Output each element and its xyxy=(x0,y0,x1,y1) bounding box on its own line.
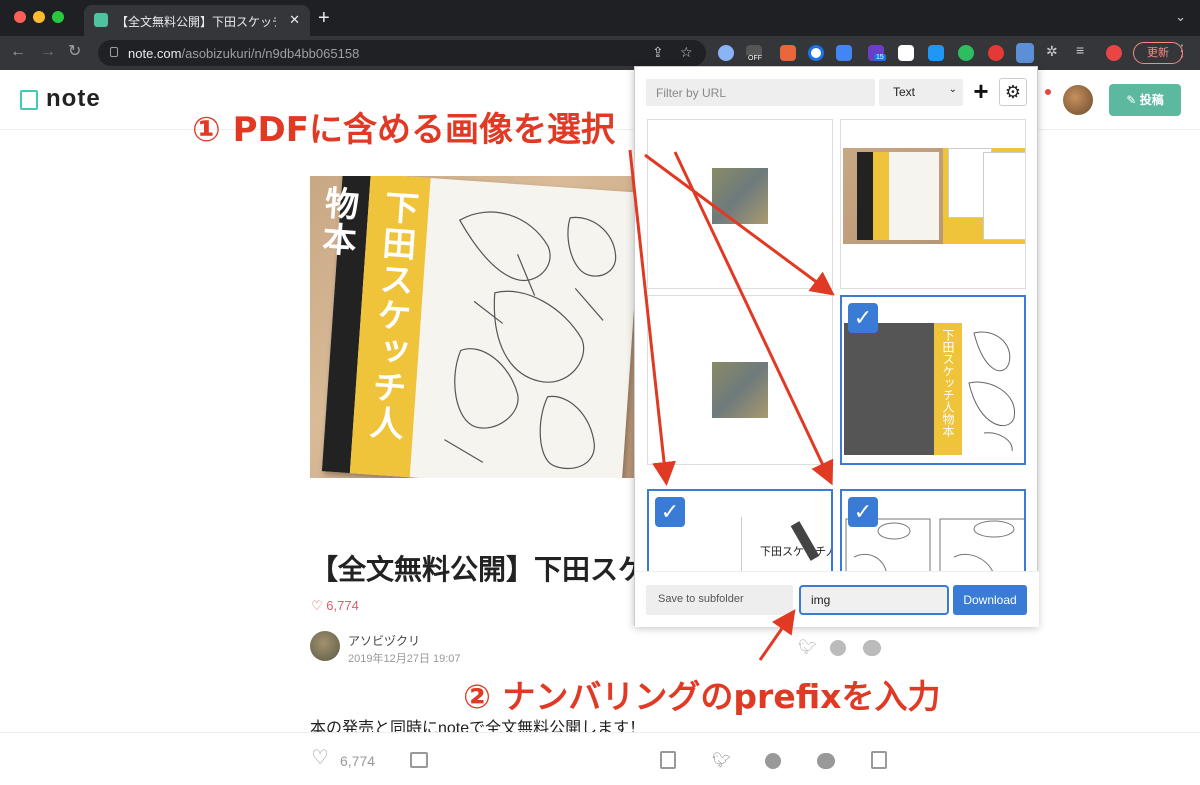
sketch-thumbnail xyxy=(968,331,1015,452)
browser-toolbar: ← → ↻ note.com/asobizukuri/n/n9db4bb0651… xyxy=(0,36,1200,70)
maximize-window-button[interactable] xyxy=(52,11,64,23)
profile-pin-icon[interactable] xyxy=(1106,45,1122,61)
browser-tab-bar: 【全文無料公開】下田スケッチ人物 ✕ + ⌄ xyxy=(0,0,1200,36)
cover-dark-panel xyxy=(844,323,936,455)
image-cell[interactable] xyxy=(647,119,833,289)
minimize-window-button[interactable] xyxy=(33,11,45,23)
copy-link-icon[interactable] xyxy=(660,751,676,769)
twitter-bottom-icon[interactable]: 🐦︎ xyxy=(712,751,731,769)
close-window-button[interactable] xyxy=(14,11,26,23)
magazine-add-icon[interactable] xyxy=(410,752,428,768)
tab-title: 【全文無料公開】下田スケッチ人物 xyxy=(116,15,276,29)
article-body: 本の発売と同時にnoteで全文無料公開します！ xyxy=(310,720,646,732)
image-downloader-popup: Text ⌄ + ⚙ ✓ 下田スケッチ人物本 xyxy=(634,66,1039,627)
hero-image: 下田スケッチ人物本 xyxy=(310,176,635,478)
facebook-share-icon[interactable] xyxy=(830,640,846,656)
image-cell[interactable] xyxy=(840,119,1026,289)
url-text: note.com/asobizukuri/n/n9db4bb065158 xyxy=(128,46,360,61)
add-filter-button[interactable]: + xyxy=(968,78,994,106)
like-count[interactable]: ♡ 6,774 xyxy=(311,598,359,614)
image-cell-selected[interactable]: ✓ 下田スケッチ人物本 xyxy=(840,295,1026,465)
checkmark-icon[interactable]: ✓ xyxy=(848,303,878,333)
extensions-puzzle-icon[interactable]: ✲ xyxy=(1046,43,1062,59)
translate-icon[interactable] xyxy=(836,45,852,61)
extension-bp-icon[interactable] xyxy=(928,45,944,61)
publish-date: 2019年12月27日 19:07 xyxy=(348,653,461,665)
active-tab[interactable]: 【全文無料公開】下田スケッチ人物 ✕ xyxy=(84,5,310,36)
book-title-band: 下田スケッチ人物本 xyxy=(316,176,431,478)
bottom-like-count: 6,774 xyxy=(340,753,376,769)
popup-footer: Save to subfolder img Download xyxy=(635,571,1039,627)
reload-icon[interactable]: ↻ xyxy=(68,43,81,61)
media-queue-icon[interactable]: ≡ xyxy=(1076,42,1092,58)
user-avatar[interactable] xyxy=(1063,85,1093,115)
like-heart-icon[interactable]: ♡ xyxy=(311,745,329,770)
chevron-down-icon: ⌄ xyxy=(948,84,957,95)
embed-add-icon[interactable] xyxy=(871,751,887,769)
filter-mode-select[interactable]: Text ⌄ xyxy=(879,79,963,106)
extension-15-icon[interactable]: 15 xyxy=(868,45,886,61)
sketch-illustration xyxy=(444,211,617,470)
author-name[interactable]: アソビヅクリ xyxy=(348,632,420,649)
forward-arrow-icon[interactable]: → xyxy=(40,43,56,61)
avatar-thumbnail xyxy=(712,168,768,224)
save-to-subfolder-field[interactable]: Save to subfolder xyxy=(646,585,793,615)
note-logo-icon[interactable] xyxy=(20,90,38,110)
line-share-icon[interactable] xyxy=(863,640,881,656)
image-downloader-icon[interactable] xyxy=(1016,43,1034,63)
extension-off-icon[interactable]: OFF xyxy=(746,45,764,62)
facebook-bottom-icon[interactable] xyxy=(765,753,781,769)
note-logo-text[interactable]: note xyxy=(46,85,101,113)
share-icon[interactable]: ⇪ xyxy=(652,44,664,61)
evernote-icon[interactable] xyxy=(958,45,974,61)
image-cell-selected[interactable]: ✓ 下田スケッチ人物本 xyxy=(647,489,833,571)
more-menu-icon[interactable]: ⋮ xyxy=(1174,44,1190,60)
window-extension-icon[interactable] xyxy=(898,45,914,61)
annotation-step1: ① PDFに含める画像を選択 xyxy=(192,110,615,150)
book-spread-thumbnail xyxy=(843,148,1025,244)
line-bottom-icon[interactable] xyxy=(817,753,835,769)
image-cell[interactable] xyxy=(647,295,833,465)
checkmark-icon[interactable]: ✓ xyxy=(848,497,878,527)
article-title: 【全文無料公開】下田スケッチ人物本 xyxy=(310,554,640,585)
image-cell-selected[interactable]: ✓ xyxy=(840,489,1026,571)
cover-band-thumbnail: 下田スケッチ人物本 xyxy=(934,323,962,455)
annotation-step2: ② ナンバリングのprefixを入力 xyxy=(463,677,941,716)
bookmark-star-icon[interactable]: ☆ xyxy=(680,44,693,61)
download-button[interactable]: Download xyxy=(953,585,1027,615)
extension-1-icon[interactable] xyxy=(718,45,734,61)
tab-close-icon[interactable]: ✕ xyxy=(289,12,300,28)
password-manager-icon[interactable] xyxy=(808,45,824,61)
url-filter-input[interactable] xyxy=(646,79,875,106)
filter-mode-value: Text xyxy=(893,85,916,99)
image-grid: ✓ 下田スケッチ人物本 ✓ 下田スケッチ人物本 ✓ xyxy=(635,119,1039,571)
book-page-thumbnail: 下田スケッチ人物本 xyxy=(741,517,831,571)
extension-3-icon[interactable] xyxy=(780,45,796,61)
back-arrow-icon[interactable]: ← xyxy=(10,43,26,61)
avatar-thumbnail xyxy=(712,362,768,418)
bottom-action-bar: ♡ 6,774 🐦︎ xyxy=(0,732,1200,785)
checkmark-icon[interactable]: ✓ xyxy=(655,497,685,527)
stop-hand-icon[interactable] xyxy=(988,45,1004,61)
notification-dot-icon[interactable] xyxy=(1045,89,1051,95)
post-button[interactable]: ✎ 投稿 xyxy=(1109,84,1181,116)
author-avatar[interactable] xyxy=(310,631,340,661)
book-cover: 下田スケッチ人物本 xyxy=(316,176,635,478)
new-tab-button[interactable]: + xyxy=(318,8,330,28)
gear-icon[interactable]: ⚙ xyxy=(999,78,1027,106)
lock-icon xyxy=(110,47,118,57)
address-bar[interactable]: note.com/asobizukuri/n/n9db4bb065158 ⇪ ☆ xyxy=(98,40,706,66)
tab-search-chevron-icon[interactable]: ⌄ xyxy=(1175,9,1186,25)
note-favicon-icon xyxy=(94,13,108,27)
twitter-share-icon[interactable]: 🐦︎ xyxy=(798,638,817,656)
file-prefix-input[interactable]: img xyxy=(799,585,949,615)
